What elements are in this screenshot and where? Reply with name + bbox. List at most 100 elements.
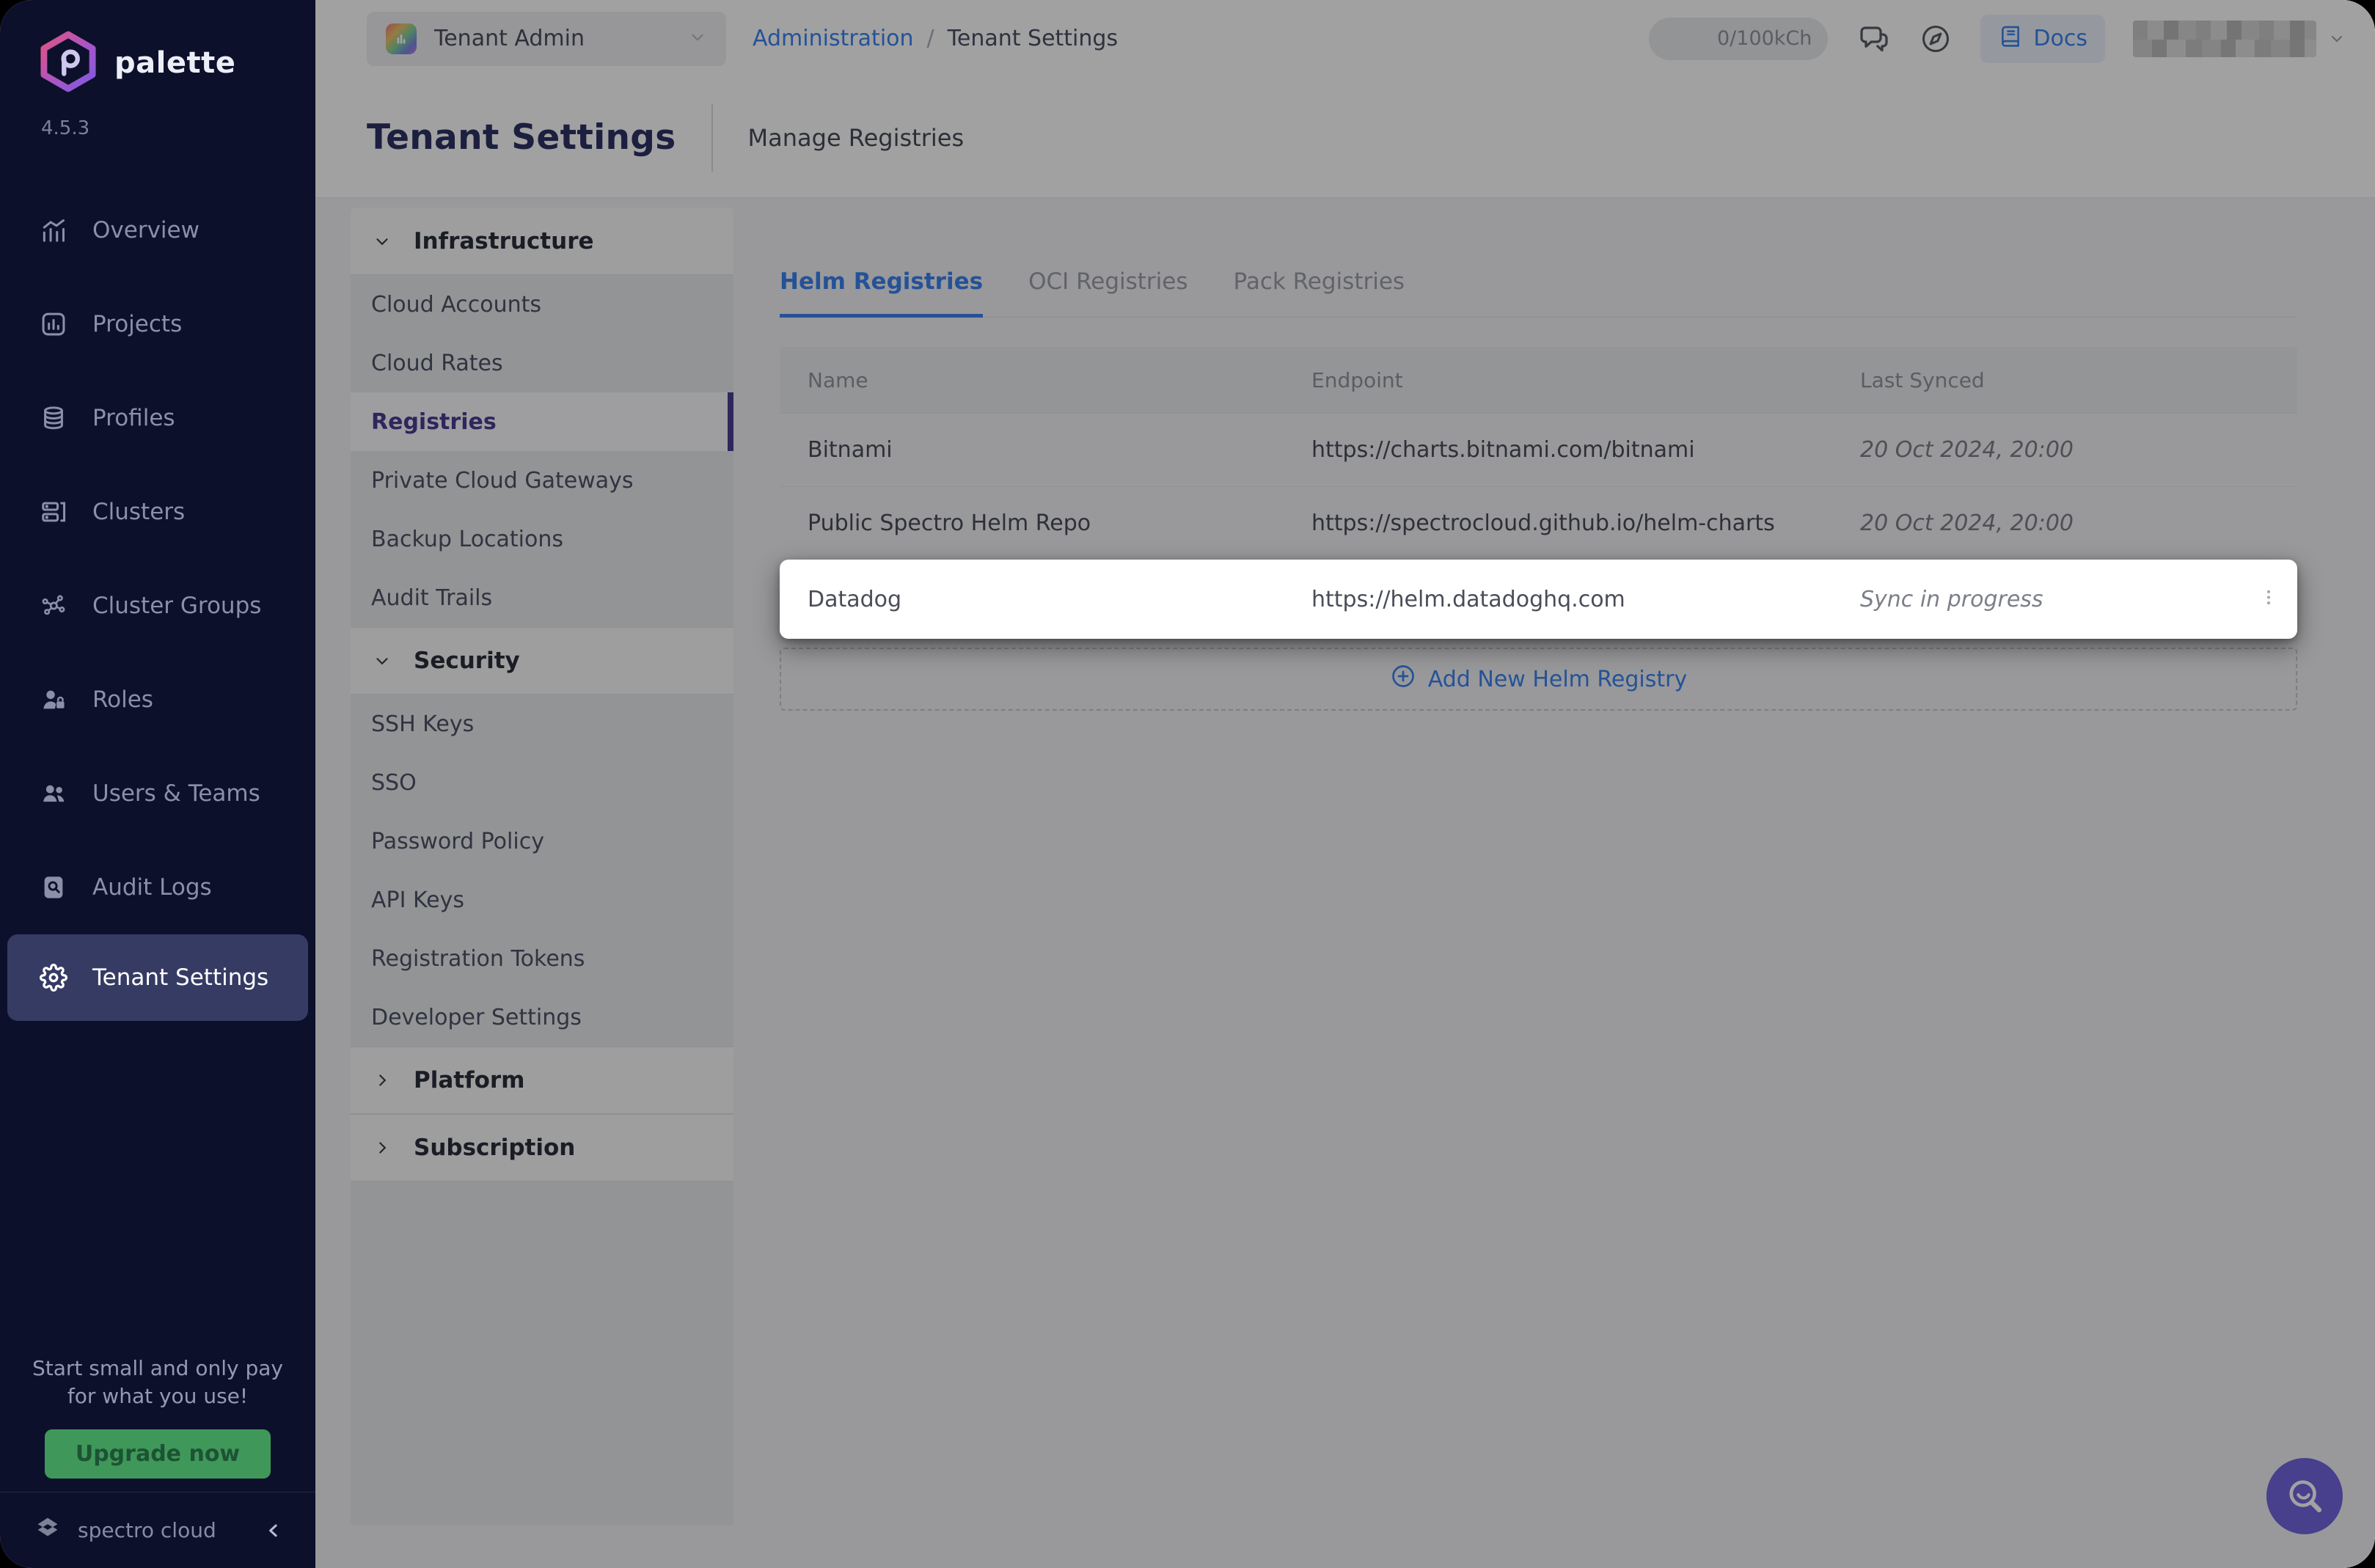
settings-nav-item-sso[interactable]: SSO — [351, 753, 733, 812]
sidebar-item-overview[interactable]: Overview — [0, 183, 315, 277]
sidebar-item-users-teams[interactable]: Users & Teams — [0, 747, 315, 840]
sidebar-item-label: Cluster Groups — [92, 593, 261, 619]
section-label: Infrastructure — [414, 228, 594, 254]
compass-icon[interactable] — [1919, 22, 1953, 56]
sidebar-item-cluster-groups[interactable]: Cluster Groups — [0, 559, 315, 653]
layers-icon — [40, 404, 67, 432]
servers-icon — [40, 498, 67, 526]
settings-nav-item-cloud-rates[interactable]: Cloud Rates — [351, 334, 733, 392]
chevron-down-icon — [373, 651, 392, 670]
chat-icon[interactable] — [1856, 21, 1891, 56]
breadcrumb-separator: / — [927, 26, 934, 51]
sidebar-item-roles[interactable]: Roles — [0, 653, 315, 747]
sidebar: palette 4.5.3 Overview Projects — [0, 0, 315, 1568]
column-header-last-synced: Last Synced — [1832, 368, 2297, 392]
registry-tabs: Helm Registries OCI Registries Pack Regi… — [780, 268, 2297, 318]
gear-icon — [40, 964, 67, 992]
breadcrumb: Administration / Tenant Settings — [753, 26, 1118, 51]
app-version: 4.5.3 — [0, 95, 315, 139]
sidebar-item-projects[interactable]: Projects — [0, 277, 315, 371]
registry-sync-status: Sync in progress — [1832, 587, 2297, 612]
main-area: Tenant Admin Administration / Tenant Set… — [315, 0, 2375, 1568]
docs-label: Docs — [2033, 26, 2087, 51]
sidebar-item-clusters[interactable]: Clusters — [0, 465, 315, 559]
document-search-icon — [40, 873, 67, 901]
spectro-cloud-wordmark: spectro cloud — [78, 1518, 216, 1542]
sidebar-item-label: Overview — [92, 217, 200, 243]
settings-nav-item-cloud-accounts[interactable]: Cloud Accounts — [351, 275, 733, 334]
sidebar-item-profiles[interactable]: Profiles — [0, 371, 315, 465]
registry-name: Bitnami — [780, 437, 1284, 463]
brand-logo: palette — [0, 0, 315, 95]
palette-logo-icon — [40, 31, 97, 95]
settings-nav-item-api-keys[interactable]: API Keys — [351, 871, 733, 929]
section-label: Subscription — [414, 1135, 575, 1161]
registry-name: Datadog — [780, 587, 1284, 612]
table-row-public-spectro-helm-repo[interactable]: Public Spectro Helm Repo https://spectro… — [780, 486, 2297, 560]
chevron-down-icon — [373, 232, 392, 251]
brand-name: palette — [114, 46, 235, 80]
sidebar-item-label: Profiles — [92, 405, 175, 431]
chevron-down-icon — [688, 28, 707, 50]
settings-nav-item-audit-trails[interactable]: Audit Trails — [351, 568, 733, 627]
content-area: Infrastructure Cloud Accounts Cloud Rate… — [315, 198, 2375, 1568]
topbar: Tenant Admin Administration / Tenant Set… — [315, 0, 2375, 77]
add-new-helm-registry-button[interactable]: Add New Helm Registry — [780, 648, 2297, 711]
tab-helm-registries[interactable]: Helm Registries — [780, 268, 983, 318]
registry-endpoint: https://helm.datadoghq.com — [1284, 587, 1832, 612]
app-window: palette 4.5.3 Overview Projects — [0, 0, 2375, 1568]
registry-last-synced: 20 Oct 2024, 20:00 — [1832, 437, 2297, 463]
settings-nav-item-registries[interactable]: Registries — [351, 392, 733, 451]
row-actions-kebab-icon[interactable] — [2247, 579, 2290, 620]
project-scope-selector[interactable]: Tenant Admin — [367, 12, 726, 66]
column-header-endpoint: Endpoint — [1284, 368, 1832, 392]
settings-nav-item-registration-tokens[interactable]: Registration Tokens — [351, 929, 733, 988]
usage-meter: 0/100kCh — [1649, 18, 1828, 60]
search-icon — [2284, 1475, 2325, 1518]
section-subscription[interactable]: Subscription — [351, 1114, 733, 1182]
page-subtitle: Manage Registries — [748, 124, 965, 152]
registry-endpoint: https://spectrocloud.github.io/helm-char… — [1284, 510, 1832, 536]
tab-oci-registries[interactable]: OCI Registries — [1028, 268, 1188, 318]
usage-meter-value: 0/100kCh — [1717, 27, 1812, 50]
breadcrumb-administration[interactable]: Administration — [753, 26, 914, 51]
chevron-right-icon — [373, 1071, 392, 1090]
book-icon — [1998, 23, 2023, 54]
settings-nav-item-password-policy[interactable]: Password Policy — [351, 812, 733, 871]
sidebar-item-label: Clusters — [92, 499, 185, 525]
section-security[interactable]: Security — [351, 627, 733, 695]
upgrade-now-button[interactable]: Upgrade now — [45, 1429, 271, 1479]
settings-nav-item-backup-locations[interactable]: Backup Locations — [351, 510, 733, 568]
section-infrastructure[interactable]: Infrastructure — [351, 208, 733, 275]
tab-pack-registries[interactable]: Pack Registries — [1234, 268, 1405, 318]
registry-last-synced: 20 Oct 2024, 20:00 — [1832, 510, 2297, 536]
chevron-right-icon — [373, 1138, 392, 1157]
settings-nav: Infrastructure Cloud Accounts Cloud Rate… — [351, 208, 733, 1525]
user-name-redacted — [2133, 21, 2316, 57]
registry-name: Public Spectro Helm Repo — [780, 510, 1284, 536]
collapse-sidebar-icon[interactable] — [263, 1520, 285, 1542]
table-row-datadog[interactable]: Datadog https://helm.datadoghq.com Sync … — [780, 560, 2297, 639]
users-icon — [40, 780, 67, 807]
table-header-row: Name Endpoint Last Synced — [780, 347, 2297, 413]
section-platform[interactable]: Platform — [351, 1047, 733, 1114]
user-menu[interactable] — [2133, 21, 2346, 57]
column-header-name: Name — [780, 368, 1284, 392]
upsell-text-line1: Start small and only pay — [0, 1355, 315, 1382]
tenant-scope-icon — [386, 23, 417, 54]
plus-circle-icon — [1390, 663, 1416, 695]
search-fab-button[interactable] — [2266, 1458, 2343, 1534]
settings-nav-item-developer-settings[interactable]: Developer Settings — [351, 988, 733, 1047]
registries-panel: Helm Registries OCI Registries Pack Regi… — [780, 198, 2297, 1568]
sidebar-item-audit-logs[interactable]: Audit Logs — [0, 840, 315, 934]
sidebar-nav: Overview Projects Profiles — [0, 183, 315, 1021]
settings-nav-item-ssh-keys[interactable]: SSH Keys — [351, 695, 733, 753]
sidebar-item-label: Users & Teams — [92, 780, 260, 807]
breadcrumb-current: Tenant Settings — [948, 26, 1118, 51]
sidebar-item-tenant-settings[interactable]: Tenant Settings — [7, 934, 308, 1021]
docs-button[interactable]: Docs — [1980, 15, 2105, 63]
settings-nav-item-private-cloud-gateways[interactable]: Private Cloud Gateways — [351, 451, 733, 510]
table-row-bitnami[interactable]: Bitnami https://charts.bitnami.com/bitna… — [780, 413, 2297, 486]
header-zone: Tenant Admin Administration / Tenant Set… — [315, 0, 2375, 198]
projects-chart-icon — [40, 310, 67, 338]
